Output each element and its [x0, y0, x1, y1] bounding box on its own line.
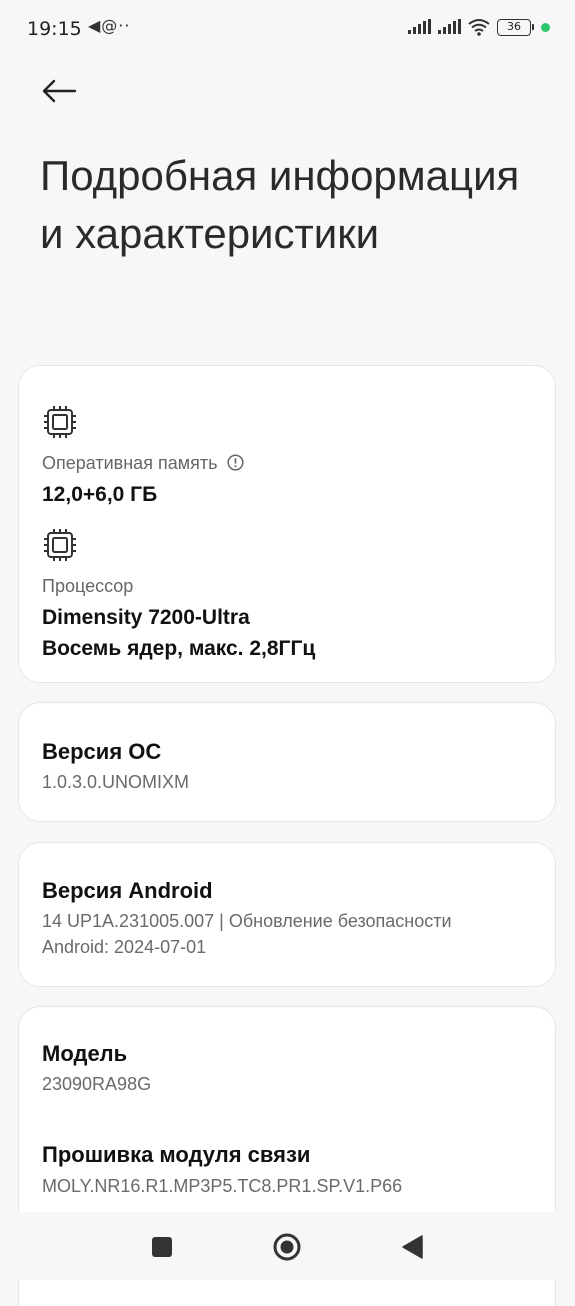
chip-icon	[44, 529, 76, 561]
os-version-title: Версия ОС	[42, 739, 162, 764]
system-back-button[interactable]	[395, 1230, 429, 1264]
arrow-left-icon	[42, 79, 77, 103]
notification-icons: ◀@··	[88, 16, 131, 35]
chip-icon	[44, 406, 76, 438]
cell-signal-2-icon	[438, 19, 461, 34]
baseband-title: Прошивка модуля связи	[42, 1142, 311, 1167]
back-button[interactable]	[38, 72, 80, 110]
android-version-line1: 14 UP1A.231005.007 | Обновление безопасн…	[42, 911, 452, 931]
ram-label: Оперативная память	[42, 453, 218, 473]
cpu-label: Процессор	[42, 576, 134, 596]
square-icon	[152, 1237, 172, 1257]
android-version-line2: Android: 2024-07-01	[42, 937, 207, 957]
wifi-icon	[468, 19, 490, 36]
cpu-details: Восемь ядер, макс. 2,8ГГц	[42, 637, 316, 660]
triangle-back-icon	[402, 1235, 423, 1259]
android-version-title: Версия Android	[42, 878, 213, 903]
page-title: Подробная информация и характеристики	[40, 152, 520, 257]
status-bar: 19:15 ◀@·· 36	[0, 0, 575, 58]
navigation-bar	[0, 1212, 575, 1280]
recents-button[interactable]	[145, 1230, 179, 1264]
specs-card: Оперативная память 12,0+6,0 ГБ Процессор…	[18, 365, 556, 683]
battery-icon: 36	[497, 18, 534, 36]
info-icon[interactable]	[227, 454, 244, 471]
circle-icon	[273, 1233, 301, 1261]
home-button[interactable]	[270, 1230, 304, 1264]
cell-signal-icon	[408, 19, 431, 34]
android-version-card[interactable]: Версия Android 14 UP1A.231005.007 | Обно…	[18, 842, 556, 987]
model-title: Модель	[42, 1041, 128, 1066]
privacy-indicator	[541, 22, 550, 32]
ram-value: 12,0+6,0 ГБ	[42, 483, 158, 506]
os-version-value: 1.0.3.0.UNOMIXM	[42, 772, 190, 792]
ram-label-row: Оперативная память	[42, 453, 244, 474]
status-time: 19:15	[27, 18, 82, 40]
status-right-group: 36	[407, 18, 550, 36]
baseband-row[interactable]: Прошивка модуля связи MOLY.NR16.R1.MP3P5…	[19, 1122, 555, 1217]
os-version-card[interactable]: Версия ОС 1.0.3.0.UNOMIXM	[18, 702, 556, 822]
model-value: 23090RA98G	[42, 1074, 152, 1094]
model-row[interactable]: Модель 23090RA98G	[19, 1007, 555, 1107]
baseband-value: MOLY.NR16.R1.MP3P5.TC8.PR1.SP.V1.P66	[42, 1176, 403, 1196]
cpu-model: Dimensity 7200-Ultra	[42, 606, 250, 629]
